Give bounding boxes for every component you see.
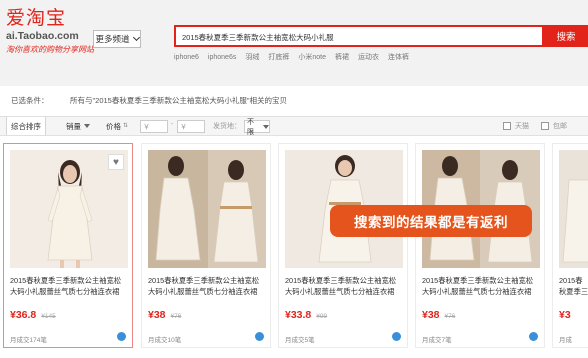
product-price: ¥33.8 <box>285 309 312 321</box>
tmall-label: 天猫 <box>515 123 529 130</box>
price-max-symbol: ￥ <box>180 123 187 131</box>
free-shipping-label: 包邮 <box>553 123 567 130</box>
hotword-link[interactable]: 裤裙 <box>335 54 349 61</box>
monthly-sales: 月成交5笔 <box>285 337 315 344</box>
sort-sales-button[interactable]: 销量 <box>66 117 90 135</box>
filter-row: 已选条件： 所有与"2015春秋夏季三季新款公主袖宽松大码小礼服"相关的宝贝 <box>0 92 588 108</box>
ship-from-label: 发货地： <box>213 123 241 130</box>
product-price: ¥3 <box>559 309 571 321</box>
price-line: ¥33.8 ¥99 <box>285 309 327 321</box>
price-line: ¥38 ¥76 <box>422 309 455 321</box>
product-photo <box>148 150 266 268</box>
search-box[interactable] <box>174 25 544 47</box>
sort-bar: 综合排序 销量 价格 ⇅ ￥ - ￥ 发货地： 不限 天猫 包邮 <box>0 116 588 136</box>
product-price: ¥38 <box>422 309 440 321</box>
price-min-symbol: ￥ <box>143 123 150 131</box>
logo-title: 爱淘宝 <box>6 7 67 29</box>
filter-label: 已选条件： <box>11 96 49 105</box>
product-price: ¥36.8 <box>10 309 37 321</box>
price-max-input[interactable]: ￥ <box>177 120 205 133</box>
sort-default-button[interactable]: 综合排序 <box>6 117 46 135</box>
hotword-link[interactable]: 连体裤 <box>388 54 409 61</box>
product-photo <box>559 150 588 268</box>
original-price: ¥76 <box>444 313 456 320</box>
hotword-link[interactable]: 羽绒 <box>245 54 259 61</box>
wangwang-chat-icon[interactable] <box>117 332 126 341</box>
product-image[interactable] <box>559 150 588 268</box>
monthly-sales: 月成交174笔 <box>10 337 47 344</box>
logo[interactable]: 爱淘宝 ai.Taobao.com 淘你喜欢的购物分享网站 <box>6 8 94 55</box>
ship-from-select[interactable]: 不限 <box>244 119 270 136</box>
sort-price-label: 价格 <box>106 121 121 131</box>
wangwang-chat-icon[interactable] <box>529 332 538 341</box>
original-price: ¥145 <box>41 313 56 320</box>
logo-url: ai.Taobao.com <box>6 30 79 42</box>
hotword-link[interactable]: 打底裤 <box>268 54 289 61</box>
tmall-checkbox[interactable] <box>503 122 511 130</box>
logo-slogan: 淘你喜欢的购物分享网站 <box>6 45 94 54</box>
product-card[interactable]: ♥ 2015春秋夏季三季新款公主袖宽松大码小礼服蕾丝气质七分袖连衣裙 ¥36.8… <box>3 143 133 348</box>
hotword-link[interactable]: iphone6s <box>208 54 236 61</box>
price-range-dash: - <box>171 121 174 128</box>
ship-from-value: 不限 <box>247 118 254 136</box>
product-price: ¥38 <box>148 309 166 321</box>
sort-price-button[interactable]: 价格 ⇅ <box>106 117 128 135</box>
header: 爱淘宝 ai.Taobao.com 淘你喜欢的购物分享网站 更多频道 搜索 ip… <box>0 0 588 86</box>
original-price: ¥99 <box>316 313 328 320</box>
hotword-link[interactable]: 小米note <box>298 54 326 61</box>
product-card[interactable]: 2015春秋夏季三季新款公主袖宽松大码小礼服蕾丝气质七分袖连衣裙 ¥33.8 ¥… <box>278 143 408 348</box>
hotwords: iphone6 iphone6s 羽绒 打底裤 小米note 裤裙 运动衣 连体裤 <box>174 52 418 62</box>
select-arrow-icon <box>263 124 269 129</box>
price-line: ¥38 ¥76 <box>148 309 181 321</box>
hotword-link[interactable]: 运动衣 <box>358 54 379 61</box>
product-image[interactable]: ♥ <box>10 150 128 268</box>
arrow-down-icon <box>84 124 90 128</box>
search-button[interactable]: 搜索 <box>544 25 588 47</box>
original-price: ¥76 <box>170 313 182 320</box>
product-grid: ♥ 2015春秋夏季三季新款公主袖宽松大码小礼服蕾丝气质七分袖连衣裙 ¥36.8… <box>0 143 588 358</box>
product-image[interactable] <box>148 150 266 268</box>
monthly-sales: 月成交7笔 <box>422 337 452 344</box>
product-card[interactable]: 2015春秋夏季三季新款公主袖宽松大码小礼服蕾丝气质七分袖连衣裙 ¥38 ¥76… <box>415 143 545 348</box>
more-channels-label: 更多频道 <box>95 34 130 44</box>
product-title[interactable]: 2015春秋夏季三季新款公主袖宽松大码小礼服蕾丝 <box>559 275 588 297</box>
price-min-input[interactable]: ￥ <box>140 120 168 133</box>
product-title[interactable]: 2015春秋夏季三季新款公主袖宽松大码小礼服蕾丝气质七分袖连衣裙 <box>285 275 403 297</box>
rebate-overlay-label: 搜索到的结果都是有返利 <box>330 205 532 237</box>
price-line: ¥3 <box>559 309 571 321</box>
sort-default-label: 综合排序 <box>11 121 41 131</box>
monthly-sales: 月成 <box>559 337 572 344</box>
free-shipping-checkbox[interactable] <box>541 122 549 130</box>
price-line: ¥36.8 ¥145 <box>10 309 56 321</box>
sort-sales-label: 销量 <box>66 121 81 131</box>
monthly-sales: 月成交10笔 <box>148 337 182 344</box>
wangwang-chat-icon[interactable] <box>392 332 401 341</box>
product-card[interactable]: 2015春秋夏季三季新款公主袖宽松大码小礼服蕾丝气质七分袖连衣裙 ¥38 ¥76… <box>141 143 271 348</box>
product-card[interactable]: 2015春秋夏季三季新款公主袖宽松大码小礼服蕾丝 ¥3 月成 <box>552 143 588 348</box>
search-input[interactable] <box>176 28 542 47</box>
product-title[interactable]: 2015春秋夏季三季新款公主袖宽松大码小礼服蕾丝气质七分袖连衣裙 <box>422 275 540 297</box>
product-title[interactable]: 2015春秋夏季三季新款公主袖宽松大码小礼服蕾丝气质七分袖连衣裙 <box>10 275 128 297</box>
filter-text: 所有与"2015春秋夏季三季新款公主袖宽松大码小礼服"相关的宝贝 <box>70 96 288 105</box>
more-channels-button[interactable]: 更多频道 <box>93 30 141 48</box>
sort-arrows-icon: ⇅ <box>123 123 129 129</box>
heart-icon[interactable]: ♥ <box>108 154 124 170</box>
chevron-down-icon <box>132 33 140 42</box>
product-title[interactable]: 2015春秋夏季三季新款公主袖宽松大码小礼服蕾丝气质七分袖连衣裙 <box>148 275 266 297</box>
hotword-link[interactable]: iphone6 <box>174 54 199 61</box>
wangwang-chat-icon[interactable] <box>255 332 264 341</box>
